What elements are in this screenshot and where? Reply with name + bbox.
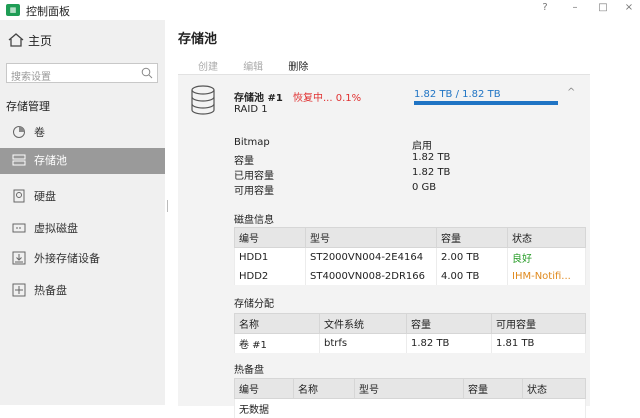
window-title: 控制面板 <box>26 3 70 19</box>
sidebar-item-volume[interactable]: 卷 <box>0 120 165 146</box>
disk-capacity: 2.00 TB <box>437 248 508 268</box>
column-header: 型号 <box>355 379 464 399</box>
page-title: 存储池 <box>178 28 217 47</box>
sidebar-item-label: 卷 <box>34 126 45 139</box>
column-header: 容量 <box>407 314 492 334</box>
table-row: 无数据 <box>235 399 586 418</box>
home-link[interactable]: 主页 <box>8 32 52 49</box>
title-bar: ▦ 控制面板 ? – □ × <box>0 0 640 20</box>
column-header: 编号 <box>235 228 306 248</box>
pool-capacity: 1.82 TB / 1.82 TB <box>414 89 501 100</box>
sidebar-item-storage-pool[interactable]: 存储池 <box>0 148 165 174</box>
property-key: 可用容量 <box>234 182 274 197</box>
sidebar-item-virtual-disk[interactable]: 虚拟磁盘 <box>0 216 165 242</box>
sidebar-item-label: 硬盘 <box>34 190 56 203</box>
table-header: 编号 名称 型号 容量 状态 <box>235 379 586 399</box>
property-key: Bitmap <box>234 137 270 148</box>
column-header: 编号 <box>235 379 294 399</box>
property-value: 1.82 TB <box>412 152 450 163</box>
column-header: 容量 <box>437 228 508 248</box>
allocation-table: 名称 文件系统 容量 可用容量 卷 #1 btrfs 1.82 TB 1.81 … <box>234 313 586 353</box>
table-header: 编号 型号 容量 状态 <box>235 228 586 248</box>
hot-spare-icon <box>12 281 26 295</box>
sidebar-item-disk[interactable]: 硬盘 <box>0 184 165 210</box>
search-input[interactable]: 搜索设置 <box>6 63 158 83</box>
column-header: 名称 <box>294 379 355 399</box>
disk-id: HDD2 <box>235 267 306 285</box>
pool-name: 存储池 #1 <box>234 89 283 104</box>
pool-status: 恢复中... 0.1% <box>293 89 361 104</box>
column-header: 文件系统 <box>320 314 407 334</box>
property-value: 0 GB <box>412 182 436 193</box>
allocation-name: 卷 #1 <box>235 334 320 354</box>
help-button[interactable]: ? <box>538 2 552 13</box>
toolbar: 创建 编辑 删除 <box>198 58 330 73</box>
edit-button[interactable]: 编辑 <box>243 62 263 73</box>
disk-info-table: 编号 型号 容量 状态 HDD1 ST2000VN004-2E4164 2.00… <box>234 227 586 285</box>
pool-usage-bar <box>414 101 558 105</box>
sidebar-item-label: 虚拟磁盘 <box>34 222 78 235</box>
home-icon <box>8 33 24 47</box>
column-header: 容量 <box>464 379 523 399</box>
allocation-heading: 存储分配 <box>234 295 274 310</box>
app-logo-icon: ▦ <box>6 4 20 16</box>
home-label: 主页 <box>28 34 52 48</box>
minimize-button[interactable]: – <box>568 2 582 13</box>
volume-icon <box>12 123 26 137</box>
disk-capacity: 4.00 TB <box>437 267 508 285</box>
search-placeholder: 搜索设置 <box>11 68 51 83</box>
database-icon <box>190 85 216 118</box>
property-key: 已用容量 <box>234 167 274 182</box>
pool-raid-level: RAID 1 <box>234 104 268 115</box>
sidebar-item-label: 存储池 <box>34 154 67 167</box>
sidebar-resize-handle[interactable] <box>167 200 168 212</box>
hot-spare-heading: 热备盘 <box>234 361 264 376</box>
allocation-capacity: 1.82 TB <box>407 334 492 354</box>
create-button[interactable]: 创建 <box>198 62 218 73</box>
sidebar: 主页 搜索设置 存储管理 卷 存储池 硬盘 虚拟磁盘 外接存储设备 热备 <box>0 20 165 405</box>
disk-icon <box>12 187 26 201</box>
column-header: 状态 <box>523 379 586 399</box>
table-row[interactable]: 卷 #1 btrfs 1.82 TB 1.81 TB <box>235 334 586 354</box>
storage-pool-icon <box>12 151 26 165</box>
sidebar-item-label: 热备盘 <box>34 284 67 297</box>
allocation-available: 1.81 TB <box>492 334 586 354</box>
disk-info-heading: 磁盘信息 <box>234 211 274 226</box>
delete-button[interactable]: 删除 <box>288 62 308 73</box>
sidebar-item-label: 外接存储设备 <box>34 252 100 265</box>
empty-text: 无数据 <box>235 399 586 418</box>
allocation-filesystem: btrfs <box>320 334 407 354</box>
table-row[interactable]: HDD1 ST2000VN004-2E4164 2.00 TB 良好 <box>235 248 586 268</box>
disk-id: HDD1 <box>235 248 306 268</box>
sidebar-item-hot-spare[interactable]: 热备盘 <box>0 278 165 304</box>
property-value: 启用 <box>412 137 432 152</box>
table-row[interactable]: HDD2 ST4000VN008-2DR166 4.00 TB IHM-Noti… <box>235 267 586 285</box>
disk-status: IHM-Notifi... <box>508 267 586 285</box>
close-button[interactable]: × <box>622 2 636 13</box>
property-value: 1.82 TB <box>412 167 450 178</box>
storage-pool-panel: 存储池 #1 恢复中... 0.1% RAID 1 1.82 TB / 1.82… <box>178 74 590 406</box>
disk-model: ST2000VN004-2E4164 <box>306 248 437 268</box>
column-header: 名称 <box>235 314 320 334</box>
sidebar-section-storage: 存储管理 <box>6 98 50 114</box>
maximize-button[interactable]: □ <box>596 2 610 13</box>
collapse-chevron-icon[interactable]: ^ <box>567 87 575 98</box>
sidebar-item-external-storage[interactable]: 外接存储设备 <box>0 246 165 272</box>
virtual-disk-icon <box>12 219 26 233</box>
table-header: 名称 文件系统 容量 可用容量 <box>235 314 586 334</box>
external-storage-icon <box>12 249 26 263</box>
hot-spare-table: 编号 名称 型号 容量 状态 无数据 <box>234 378 586 418</box>
column-header: 状态 <box>508 228 586 248</box>
search-icon[interactable] <box>141 67 153 82</box>
disk-status: 良好 <box>508 248 586 268</box>
column-header: 可用容量 <box>492 314 586 334</box>
property-key: 容量 <box>234 152 254 167</box>
column-header: 型号 <box>306 228 437 248</box>
disk-model: ST4000VN008-2DR166 <box>306 267 437 285</box>
